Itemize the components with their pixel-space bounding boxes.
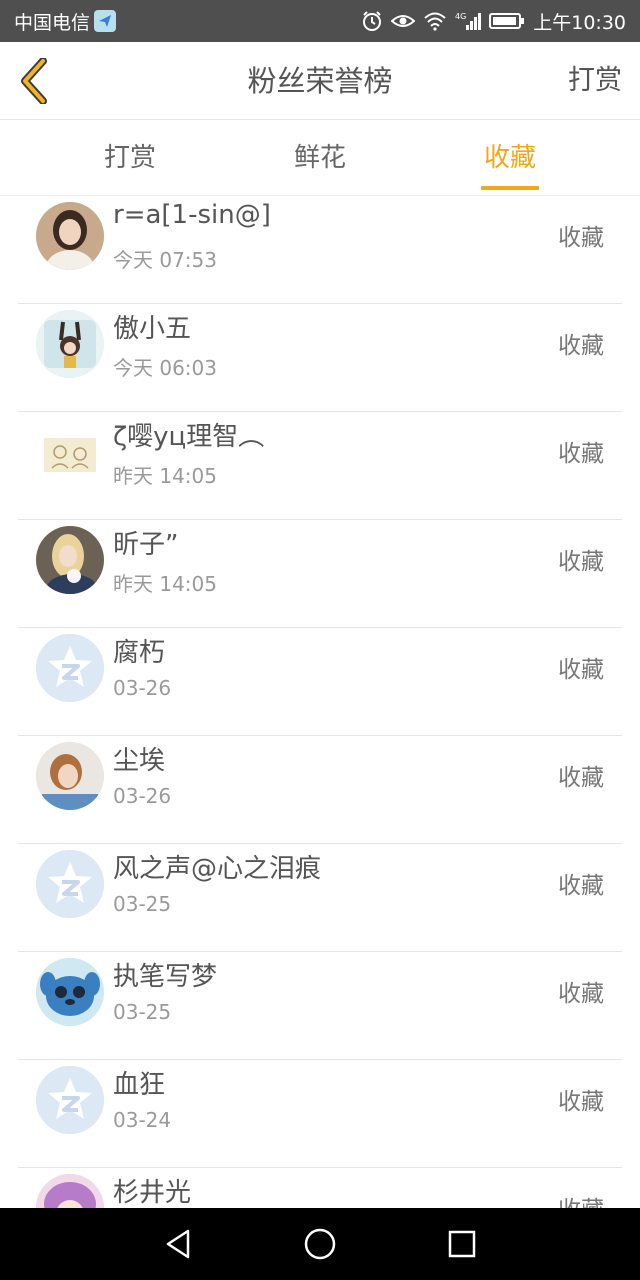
avatar-photo-girl: [36, 742, 104, 810]
alarm-icon: [361, 10, 383, 32]
back-button[interactable]: [14, 58, 54, 104]
list-item[interactable]: 傲小五 今天 06:03 收藏: [18, 304, 622, 412]
battery-icon: [489, 12, 525, 30]
list-item[interactable]: 杉井光 收藏: [18, 1168, 622, 1208]
fan-name: 执笔写梦: [113, 962, 218, 992]
svg-text:4G: 4G: [455, 12, 466, 21]
avatar-stitch: [36, 958, 104, 1026]
avatar: [36, 526, 104, 594]
fan-time: 03-25: [113, 892, 172, 916]
app-notification-icon: [94, 10, 117, 32]
fan-time: 昨天 14:05: [113, 464, 217, 488]
avatar-photo-blonde: [36, 526, 104, 594]
avatar-default-icon: [36, 1066, 104, 1134]
avatar: [36, 958, 104, 1026]
avatar: [36, 418, 104, 486]
chevron-left-icon: [21, 58, 47, 104]
signal-icon: 4G: [455, 11, 482, 31]
favorite-label: 收藏: [558, 1190, 604, 1208]
list-item[interactable]: r=a[1-sin@] 今天 07:53 收藏: [18, 196, 622, 304]
home-circle-icon[interactable]: [302, 1226, 338, 1262]
list-item[interactable]: 昕子” 昨天 14:05 收藏: [18, 520, 622, 628]
avatar: [36, 634, 104, 702]
nav-bar: 粉丝荣誉榜 打赏: [0, 42, 640, 120]
reward-button[interactable]: 打赏: [568, 42, 622, 120]
avatar: [36, 1174, 104, 1208]
fan-name: 杉井光: [113, 1178, 192, 1208]
favorite-label: 收藏: [558, 333, 604, 359]
favorite-label: 收藏: [558, 981, 604, 1007]
favorite-label: 收藏: [558, 549, 604, 575]
avatar: [36, 1066, 104, 1134]
eye-icon: [391, 12, 416, 30]
recents-square-icon[interactable]: [444, 1226, 480, 1262]
fan-name: 风之声@心之泪痕: [113, 854, 322, 884]
fan-name: 尘埃: [113, 746, 166, 776]
avatar-cartoon-bunny: [36, 310, 104, 378]
list-item[interactable]: 执笔写梦 03-25 收藏: [18, 952, 622, 1060]
fan-time: 03-26: [113, 676, 172, 700]
clock: 上午10:30: [533, 11, 626, 34]
fan-name: 血狂: [113, 1070, 166, 1100]
avatar-anime: [36, 1174, 104, 1208]
avatar-photo-woman: [36, 202, 104, 270]
back-triangle-icon[interactable]: [160, 1226, 196, 1262]
list-item[interactable]: 风之声@心之泪痕 03-25 收藏: [18, 844, 622, 952]
fan-name: ζ嘤уц理智︵: [113, 422, 265, 452]
tab-flowers[interactable]: 鲜花: [260, 121, 380, 196]
wifi-icon: [423, 11, 447, 31]
favorite-label: 收藏: [558, 657, 604, 683]
favorite-label: 收藏: [558, 441, 604, 467]
list-item[interactable]: 血狂 03-24 收藏: [18, 1060, 622, 1168]
fan-list: r=a[1-sin@] 今天 07:53 收藏 傲小五 今天 06:03 收藏: [0, 196, 640, 1208]
avatar-sketch: [36, 418, 104, 486]
tab-label: 鲜花: [293, 143, 346, 173]
fan-name: 昕子”: [113, 530, 179, 560]
fan-time: 03-24: [113, 1108, 172, 1132]
system-nav-bar: [0, 1208, 640, 1280]
fan-time: 今天 06:03: [113, 356, 217, 380]
fan-time: 昨天 14:05: [113, 572, 217, 596]
carrier-label: 中国电信: [14, 11, 91, 34]
avatar-default-icon: [36, 634, 104, 702]
active-tab-indicator: [481, 186, 539, 190]
avatar: [36, 742, 104, 810]
avatar: [36, 310, 104, 378]
fan-time: 今天 07:53: [113, 248, 217, 272]
tab-label: 收藏: [483, 143, 536, 173]
tab-bar: 打赏 鲜花 收藏: [0, 121, 640, 196]
status-right: 4G 上午10:30: [361, 0, 626, 42]
fan-time: 03-26: [113, 784, 172, 808]
fan-name: 傲小五: [113, 314, 192, 344]
favorite-label: 收藏: [558, 225, 604, 251]
status-bar: 中国电信 4G 上午10:30: [0, 0, 640, 42]
status-left: 中国电信: [14, 0, 117, 42]
fan-time: 03-25: [113, 1000, 172, 1024]
list-item[interactable]: 腐朽 03-26 收藏: [18, 628, 622, 736]
fan-name: 腐朽: [113, 638, 166, 668]
list-item[interactable]: 尘埃 03-26 收藏: [18, 736, 622, 844]
favorite-label: 收藏: [558, 1089, 604, 1115]
favorite-label: 收藏: [558, 765, 604, 791]
tab-label: 打赏: [103, 143, 156, 173]
avatar: [36, 850, 104, 918]
fan-name: r=a[1-sin@]: [113, 200, 271, 230]
avatar: [36, 202, 104, 270]
favorite-label: 收藏: [558, 873, 604, 899]
avatar-default-icon: [36, 850, 104, 918]
page-title: 粉丝荣誉榜: [247, 64, 393, 98]
list-item[interactable]: ζ嘤уц理智︵ 昨天 14:05 收藏: [18, 412, 622, 520]
tab-favorites[interactable]: 收藏: [450, 121, 570, 196]
tab-reward[interactable]: 打赏: [70, 121, 190, 196]
